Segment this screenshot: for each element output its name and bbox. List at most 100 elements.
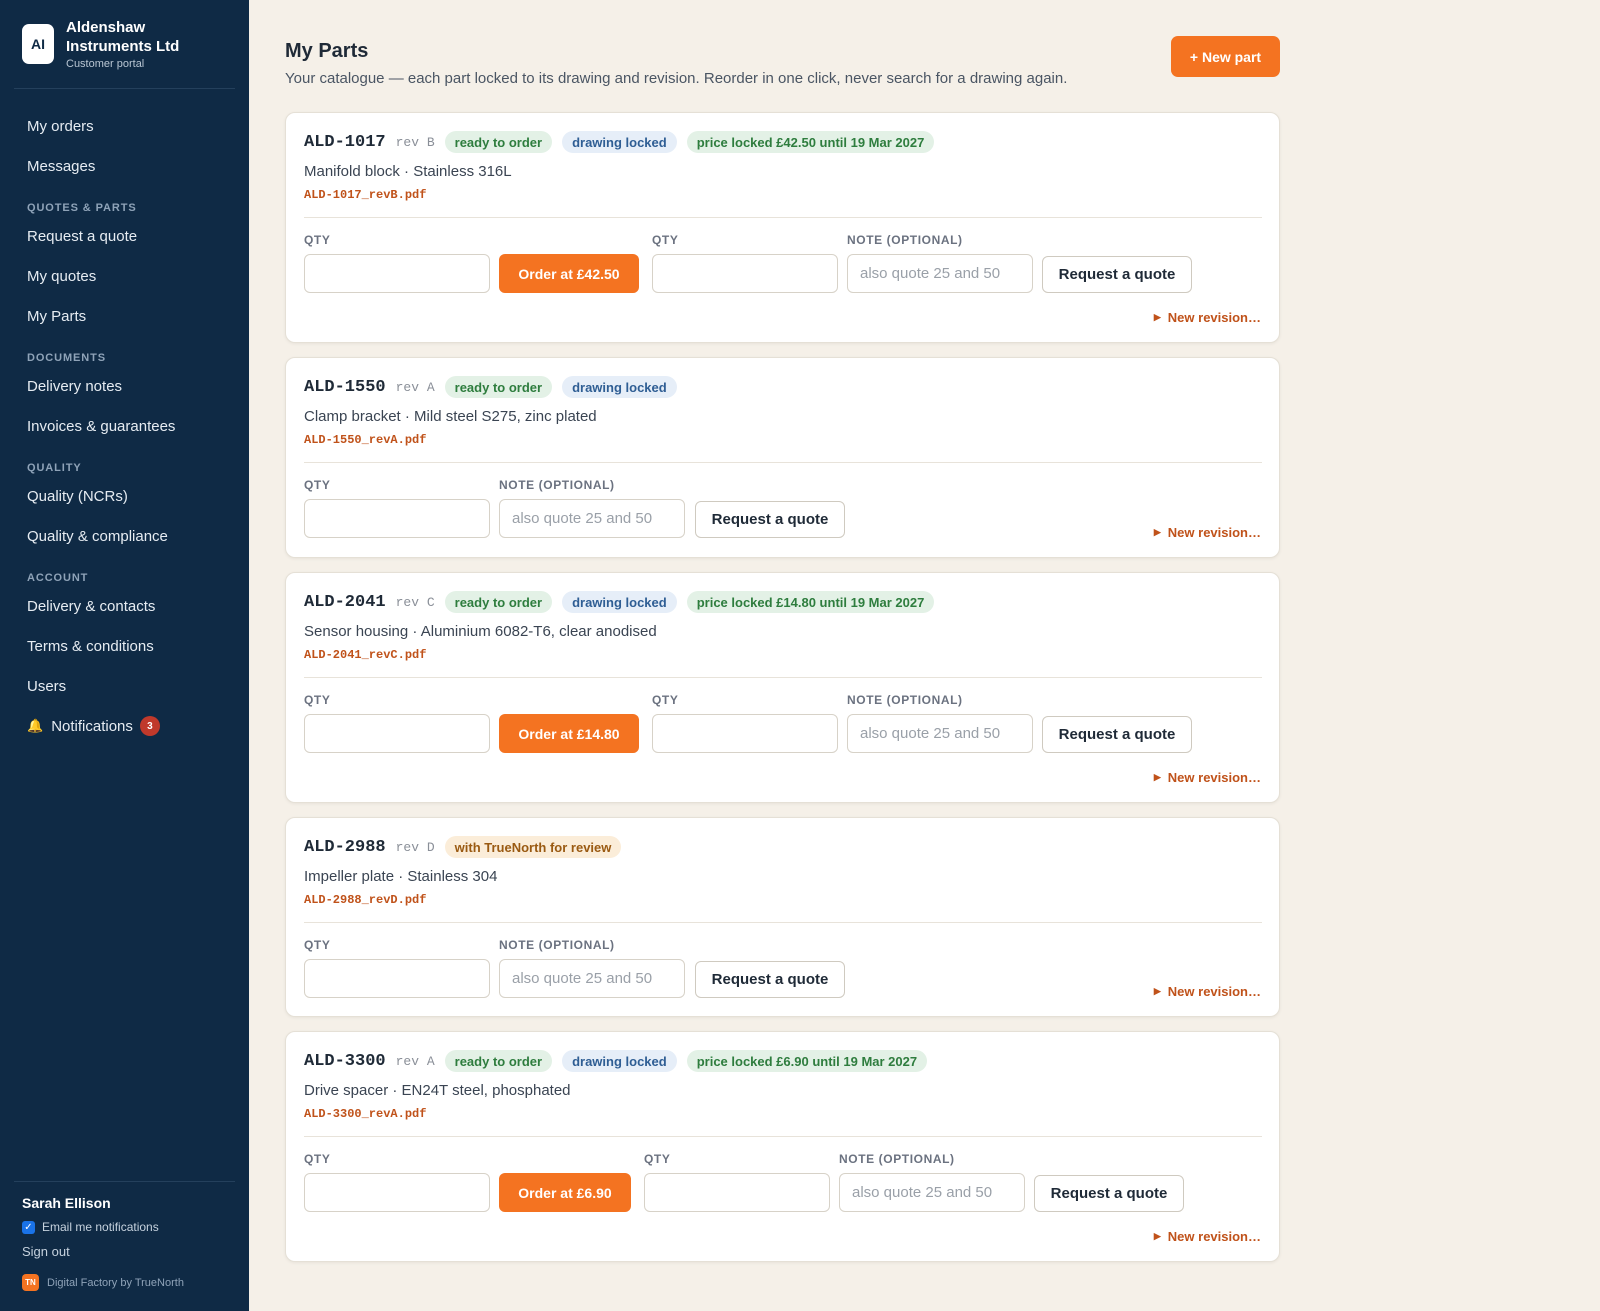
- sidebar: AI Aldenshaw Instruments Ltd Customer po…: [0, 0, 249, 1311]
- sidebar-item-quality-ncrs[interactable]: Quality (NCRs): [0, 476, 249, 516]
- page-subtitle: Your catalogue — each part locked to its…: [285, 70, 1068, 87]
- part-description: Sensor housing · Aluminium 6082-T6, clea…: [304, 623, 657, 640]
- note-label: NOTE (OPTIONAL): [847, 693, 963, 707]
- powered-by: TN Digital Factory by TrueNorth: [22, 1274, 184, 1291]
- quote-qty-input[interactable]: [644, 1173, 830, 1212]
- caret-right-icon: ▶: [1153, 1231, 1161, 1241]
- drawing-file-link[interactable]: ALD-2988_revD.pdf: [304, 893, 426, 907]
- order-button[interactable]: Order at £6.90: [499, 1173, 631, 1212]
- request-quote-button[interactable]: Request a quote: [695, 501, 845, 538]
- drawing-locked-badge: drawing locked: [562, 131, 677, 153]
- sign-out-link[interactable]: Sign out: [22, 1244, 184, 1259]
- drawing-file-link[interactable]: ALD-1017_revB.pdf: [304, 188, 426, 202]
- order-button[interactable]: Order at £42.50: [499, 254, 639, 293]
- sidebar-item-notifications[interactable]: 🔔 Notifications 3: [0, 706, 249, 746]
- drawing-file-link[interactable]: ALD-2041_revC.pdf: [304, 648, 426, 662]
- sidebar-divider: [14, 88, 235, 89]
- drawing-locked-badge: drawing locked: [562, 1050, 677, 1072]
- part-description: Impeller plate · Stainless 304: [304, 868, 498, 885]
- sidebar-item-invoices[interactable]: Invoices & guarantees: [0, 406, 249, 446]
- sidebar-item-users[interactable]: Users: [0, 666, 249, 706]
- email-notifications-toggle[interactable]: ✓ Email me notifications: [22, 1220, 184, 1234]
- quote-qty-input[interactable]: [652, 714, 838, 753]
- part-description: Drive spacer · EN24T steel, phosphated: [304, 1082, 571, 1099]
- price-locked-badge: price locked £6.90 until 19 Mar 2027: [686, 1050, 928, 1072]
- powered-by-label: Digital Factory by TrueNorth: [47, 1276, 184, 1289]
- notifications-count-badge: 3: [139, 716, 160, 736]
- part-number: ALD-1017: [304, 132, 386, 152]
- note-label: NOTE (OPTIONAL): [839, 1152, 955, 1166]
- part-revision: rev B: [395, 134, 435, 150]
- quote-qty-label: QTY: [304, 478, 331, 492]
- part-card-ald-3300: ALD-3300 rev A ready to order drawing lo…: [285, 1031, 1280, 1262]
- sidebar-section-quotes: QUOTES & PARTS: [27, 202, 137, 214]
- order-qty-input[interactable]: [304, 254, 490, 293]
- quote-qty-input[interactable]: [304, 959, 490, 998]
- new-revision-toggle[interactable]: ▶ New revision…: [1154, 1229, 1261, 1244]
- new-revision-toggle[interactable]: ▶ New revision…: [1154, 525, 1261, 540]
- sidebar-item-delivery-contacts[interactable]: Delivery & contacts: [0, 586, 249, 626]
- new-revision-label: New revision…: [1167, 1229, 1261, 1244]
- quote-qty-label: QTY: [652, 233, 679, 247]
- sidebar-item-my-parts[interactable]: My Parts: [0, 296, 249, 336]
- card-divider: [304, 922, 1262, 923]
- email-notifications-checkbox[interactable]: ✓: [22, 1220, 35, 1234]
- note-label: NOTE (OPTIONAL): [499, 478, 615, 492]
- sidebar-footer-divider: [14, 1181, 235, 1182]
- new-revision-toggle[interactable]: ▶ New revision…: [1154, 770, 1261, 785]
- card-divider: [304, 462, 1262, 463]
- quote-qty-input[interactable]: [652, 254, 838, 293]
- page-title: My Parts: [285, 40, 369, 62]
- sidebar-item-quality-compliance[interactable]: Quality & compliance: [0, 516, 249, 556]
- order-qty-input[interactable]: [304, 1173, 490, 1212]
- brand[interactable]: AI Aldenshaw Instruments Ltd Customer po…: [22, 18, 206, 70]
- sidebar-nav: My orders Messages QUOTES & PARTS Reques…: [0, 106, 249, 746]
- part-card-ald-1550: ALD-1550 rev A ready to order drawing lo…: [285, 357, 1280, 558]
- price-locked-badge: price locked £42.50 until 19 Mar 2027: [686, 131, 935, 153]
- notifications-label: Notifications: [51, 717, 133, 735]
- request-quote-button[interactable]: Request a quote: [695, 961, 845, 998]
- sidebar-item-terms[interactable]: Terms & conditions: [0, 626, 249, 666]
- status-badge: ready to order: [444, 591, 553, 613]
- sidebar-item-request-quote[interactable]: Request a quote: [0, 216, 249, 256]
- status-badge: ready to order: [444, 1050, 553, 1072]
- note-input[interactable]: [847, 714, 1033, 753]
- note-input[interactable]: [499, 959, 685, 998]
- sidebar-section-quality: QUALITY: [27, 462, 82, 474]
- card-divider: [304, 217, 1262, 218]
- order-qty-input[interactable]: [304, 714, 490, 753]
- portal-subtitle: Customer portal: [66, 58, 145, 70]
- sidebar-item-my-quotes[interactable]: My quotes: [0, 256, 249, 296]
- new-part-button[interactable]: + New part: [1171, 36, 1280, 77]
- sidebar-item-delivery-notes[interactable]: Delivery notes: [0, 366, 249, 406]
- truenorth-logo-icon: TN: [22, 1274, 39, 1291]
- note-input[interactable]: [499, 499, 685, 538]
- status-badge: with TrueNorth for review: [444, 836, 622, 858]
- new-revision-toggle[interactable]: ▶ New revision…: [1154, 984, 1261, 999]
- quote-qty-label: QTY: [652, 693, 679, 707]
- quote-qty-input[interactable]: [304, 499, 490, 538]
- new-revision-label: New revision…: [1167, 310, 1261, 325]
- note-input[interactable]: [847, 254, 1033, 293]
- order-button[interactable]: Order at £14.80: [499, 714, 639, 753]
- card-divider: [304, 1136, 1262, 1137]
- new-revision-label: New revision…: [1167, 984, 1261, 999]
- bell-icon: 🔔: [27, 718, 44, 733]
- part-card-ald-1017: ALD-1017 rev B ready to order drawing lo…: [285, 112, 1280, 343]
- request-quote-button[interactable]: Request a quote: [1034, 1175, 1184, 1212]
- quote-qty-label: QTY: [644, 1152, 671, 1166]
- drawing-file-link[interactable]: ALD-3300_revA.pdf: [304, 1107, 426, 1121]
- sidebar-item-messages[interactable]: Messages: [0, 146, 249, 186]
- new-revision-toggle[interactable]: ▶ New revision…: [1154, 310, 1261, 325]
- email-notifications-label: Email me notifications: [42, 1220, 159, 1234]
- card-divider: [304, 677, 1262, 678]
- drawing-locked-badge: drawing locked: [562, 376, 677, 398]
- new-revision-label: New revision…: [1167, 770, 1261, 785]
- order-qty-label: QTY: [304, 1152, 331, 1166]
- note-input[interactable]: [839, 1173, 1025, 1212]
- sidebar-item-my-orders[interactable]: My orders: [0, 106, 249, 146]
- request-quote-button[interactable]: Request a quote: [1042, 256, 1192, 293]
- price-locked-badge: price locked £14.80 until 19 Mar 2027: [686, 591, 935, 613]
- drawing-file-link[interactable]: ALD-1550_revA.pdf: [304, 433, 426, 447]
- request-quote-button[interactable]: Request a quote: [1042, 716, 1192, 753]
